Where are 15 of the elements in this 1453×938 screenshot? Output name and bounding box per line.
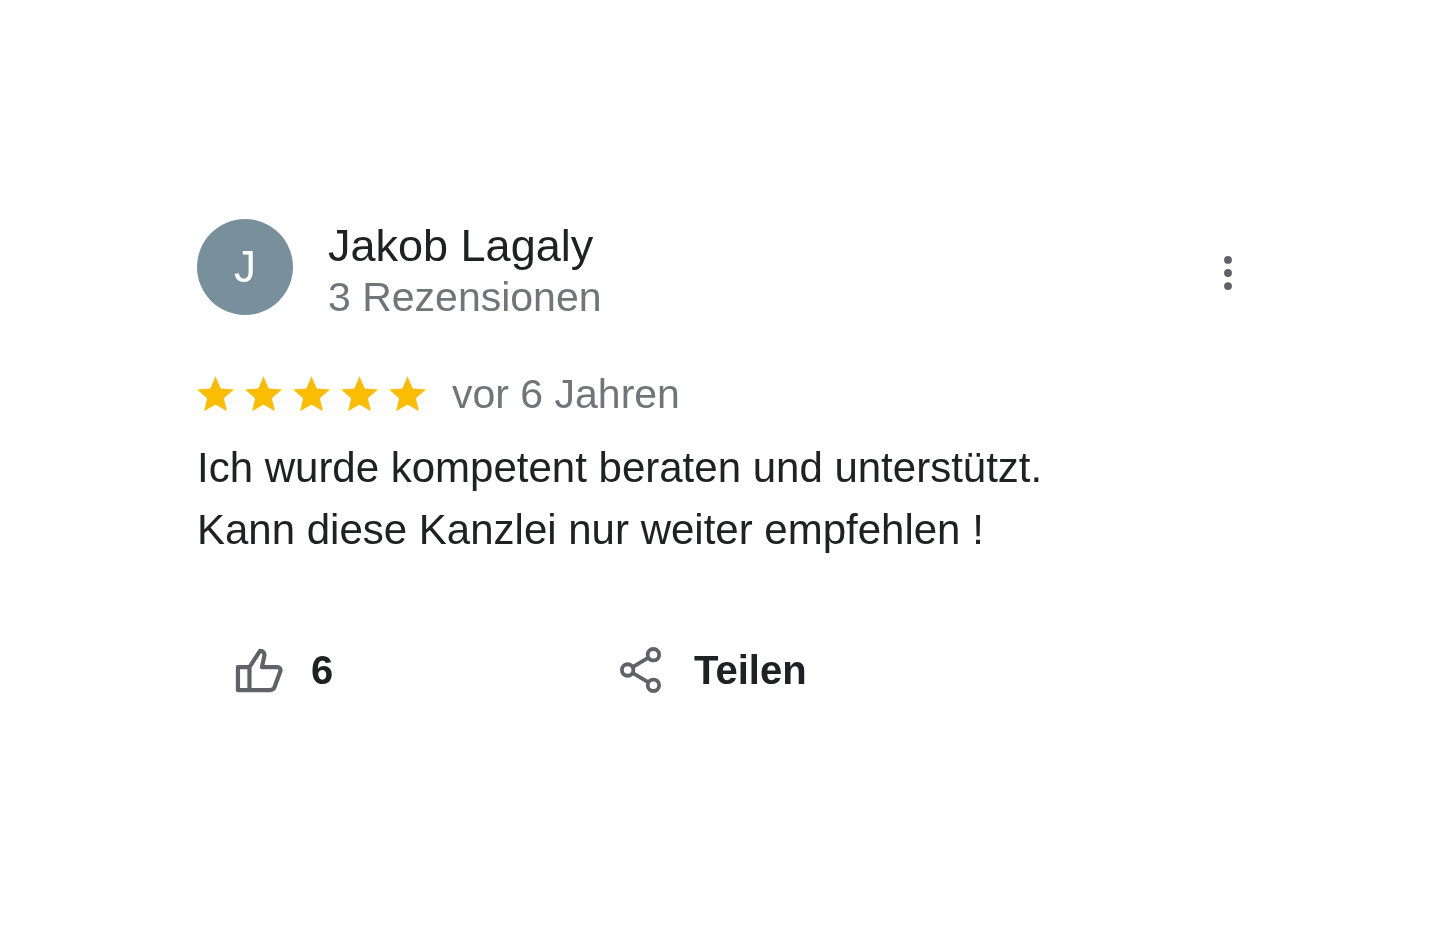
star-icon: [341, 376, 378, 412]
thumbs-up-icon: [235, 647, 285, 693]
star-icon: [389, 376, 426, 412]
review-count: 3 Rezensionen: [328, 273, 602, 322]
review-text: Ich wurde kompetent beraten und unterstützt. Kann diese Kanzlei nur weiter empfehlen !: [197, 443, 1044, 555]
reviewer-name[interactable]: Jakob Lagaly: [328, 220, 602, 272]
star-icon: [293, 376, 330, 412]
like-button[interactable]: 6: [235, 647, 334, 693]
star-icon: [197, 376, 234, 412]
review-date: vor 6 Jahren: [452, 370, 680, 418]
more-options-icon[interactable]: [1223, 256, 1233, 290]
star-icon: [245, 376, 282, 412]
avatar: J: [197, 219, 293, 315]
share-button[interactable]: Teilen: [620, 647, 807, 693]
share-icon: [620, 647, 662, 693]
